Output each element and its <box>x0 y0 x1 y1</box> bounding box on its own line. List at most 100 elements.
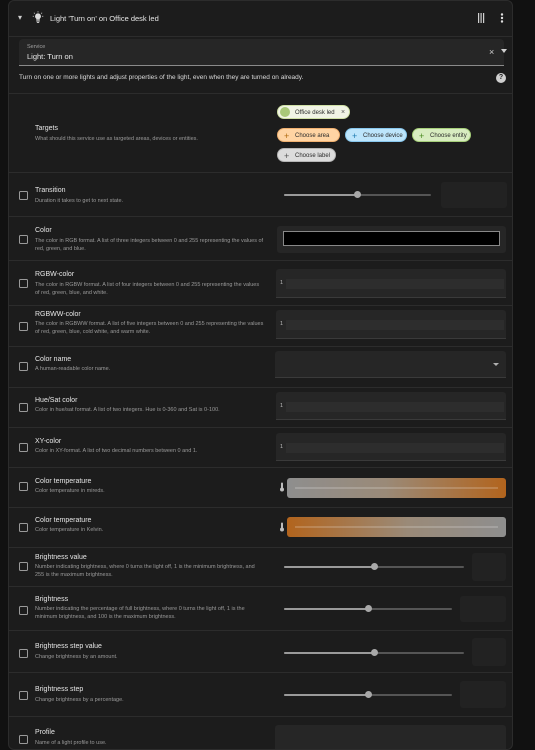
slider-knob[interactable] <box>364 605 372 612</box>
target-chip-entity[interactable]: Office desk led × <box>277 105 350 119</box>
field-checkbox[interactable] <box>19 443 28 452</box>
slider-knob[interactable] <box>354 191 361 198</box>
field-checkbox[interactable] <box>19 403 28 412</box>
choose-label-label: Choose label <box>295 153 331 159</box>
field-title: Brightness <box>35 596 69 603</box>
card-header[interactable]: ▾ Light 'Turn on' on Office desk led <box>9 1 512 37</box>
field-description: Color temperature in Kelvin. <box>35 527 104 533</box>
transition-number-input[interactable] <box>441 182 507 208</box>
slider-knob[interactable] <box>370 649 378 656</box>
field-checkbox[interactable] <box>19 562 28 571</box>
field-checkbox[interactable] <box>19 322 28 331</box>
field-title: Color name <box>35 356 72 363</box>
field-title: XY-color <box>35 438 62 445</box>
field-description: Duration it takes to get to next state. <box>35 198 124 204</box>
chevron-down-icon[interactable]: ▾ <box>18 13 28 23</box>
targets-section: Targets What should this service use as … <box>9 93 512 172</box>
brightness-step-number-input[interactable] <box>460 681 506 708</box>
brightness-slider[interactable] <box>284 605 452 612</box>
field-row-transition: Transition Duration it takes to get to n… <box>9 172 512 216</box>
field-description: Color in XY-format. A list of two decima… <box>35 448 198 454</box>
field-title: Brightness value <box>35 554 87 561</box>
brightness-number-input[interactable] <box>460 596 506 622</box>
field-description: Color in hue/sat format. A list of two i… <box>35 407 220 413</box>
profile-select[interactable] <box>275 725 506 749</box>
color-temp-mireds-slider[interactable] <box>287 478 506 498</box>
field-checkbox[interactable] <box>19 482 28 491</box>
field-row-brightness-step-value: Brightness step value Change brightness … <box>9 630 512 672</box>
targets-description: What should this service use as targeted… <box>35 136 198 142</box>
lightbulb-icon <box>32 11 44 23</box>
field-title: Color temperature <box>35 517 92 524</box>
choose-entity-button[interactable]: + Choose entity <box>412 128 471 142</box>
field-checkbox[interactable] <box>19 279 28 288</box>
target-chip-label: Office desk led <box>295 110 335 116</box>
remove-chip-icon[interactable]: × <box>341 106 345 120</box>
plus-icon: + <box>284 131 290 141</box>
dropdown-arrow-icon[interactable] <box>501 49 507 53</box>
drag-handle-icon[interactable] <box>476 12 486 24</box>
service-action-card: ▾ Light 'Turn on' on Office desk led Ser… <box>8 0 513 750</box>
code-line[interactable] <box>286 320 504 330</box>
rgbw-color-yaml-editor[interactable]: 1 <box>276 269 506 298</box>
field-description: Color temperature in mireds. <box>35 488 105 494</box>
plus-icon: + <box>352 131 358 141</box>
color-picker-field[interactable] <box>277 226 506 253</box>
service-select[interactable]: Service Light: Turn on × <box>19 39 507 66</box>
field-checkbox[interactable] <box>19 735 28 744</box>
lightbulb-icon <box>280 107 290 117</box>
brightness-step-value-number-input[interactable] <box>472 638 506 666</box>
field-row-color-name: Color name A human-readable color name. <box>9 346 512 387</box>
slider-knob[interactable] <box>370 563 378 570</box>
hue-sat-yaml-editor[interactable]: 1 <box>276 392 506 420</box>
xy-color-yaml-editor[interactable]: 1 <box>276 433 506 461</box>
field-description: A human-readable color name. <box>35 366 111 372</box>
field-checkbox[interactable] <box>19 235 28 244</box>
color-name-select[interactable] <box>275 351 506 378</box>
slider-knob[interactable] <box>364 691 372 698</box>
field-title: Transition <box>35 187 66 194</box>
field-title: RGBWW-color <box>35 311 81 318</box>
brightness-step-value-slider[interactable] <box>284 649 464 656</box>
help-icon[interactable]: ? <box>496 73 506 83</box>
code-line[interactable] <box>286 443 504 453</box>
field-checkbox[interactable] <box>19 691 28 700</box>
more-vert-icon[interactable] <box>498 12 506 24</box>
color-swatch[interactable] <box>283 231 500 246</box>
line-number: 1 <box>280 444 284 450</box>
field-row-brightness: Brightness Number indicating the percent… <box>9 586 512 630</box>
field-checkbox[interactable] <box>19 362 28 371</box>
field-description: The color in RGB format. A list of three… <box>35 238 264 252</box>
choose-area-button[interactable]: + Choose area <box>277 128 340 142</box>
code-line[interactable] <box>286 402 504 412</box>
brightness-value-slider[interactable] <box>284 563 464 570</box>
field-row-color-temp-mireds: Color temperature Color temperature in m… <box>9 467 512 507</box>
plus-icon: + <box>284 151 290 161</box>
close-icon[interactable]: × <box>489 48 494 57</box>
field-title: Color <box>35 227 52 234</box>
targets-title: Targets <box>35 125 58 132</box>
field-checkbox[interactable] <box>19 523 28 532</box>
slider-track[interactable] <box>295 526 498 528</box>
field-description: Number indicating the percentage of full… <box>35 606 245 620</box>
field-title: Hue/Sat color <box>35 397 78 404</box>
field-title: Brightness step <box>35 686 84 693</box>
brightness-step-slider[interactable] <box>284 691 452 698</box>
field-checkbox[interactable] <box>19 606 28 615</box>
dropdown-arrow-icon[interactable] <box>493 363 499 366</box>
transition-slider[interactable] <box>284 191 431 198</box>
rgbww-color-yaml-editor[interactable]: 1 <box>276 310 506 339</box>
brightness-value-number-input[interactable] <box>472 553 506 581</box>
code-line[interactable] <box>286 279 504 289</box>
line-number: 1 <box>280 321 284 327</box>
choose-area-label: Choose area <box>295 133 330 139</box>
thermometer-icon <box>280 482 284 492</box>
slider-track[interactable] <box>295 487 498 489</box>
field-checkbox[interactable] <box>19 649 28 658</box>
field-checkbox[interactable] <box>19 191 28 200</box>
color-temp-kelvin-slider[interactable] <box>287 517 506 537</box>
choose-label-button[interactable]: + Choose label <box>277 148 336 162</box>
choose-device-button[interactable]: + Choose device <box>345 128 407 142</box>
field-row-brightness-step: Brightness step Change brightness by a p… <box>9 672 512 716</box>
thermometer-icon <box>280 522 284 532</box>
